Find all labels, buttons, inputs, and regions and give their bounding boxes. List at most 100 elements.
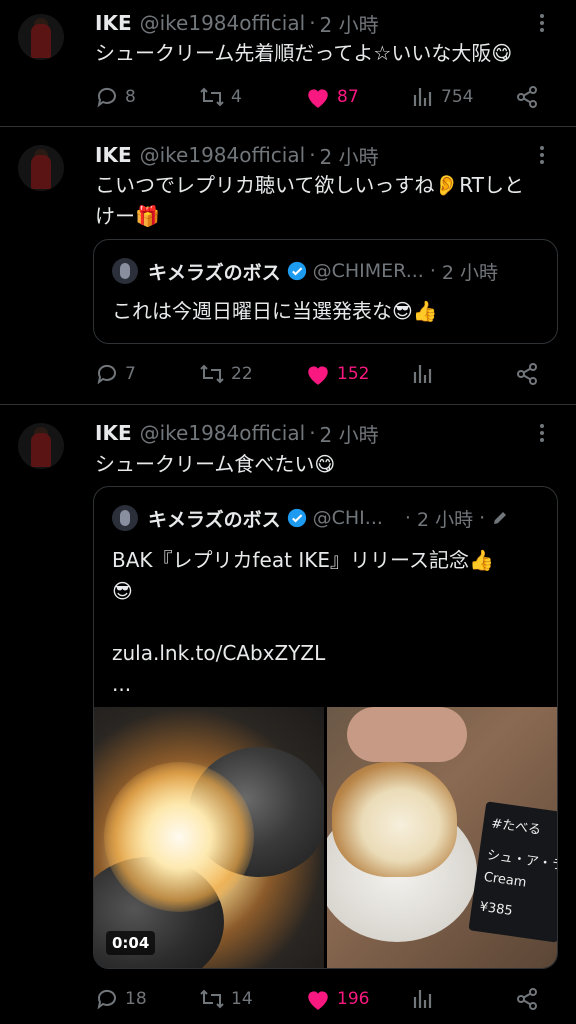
reply-button[interactable]: 7 — [95, 359, 136, 389]
photo-thumbnail[interactable]: #たべる シュ・ア・ラ Cream ¥385 — [327, 707, 557, 968]
verified-badge-icon — [287, 508, 306, 528]
retweet-icon — [200, 87, 224, 107]
retweet-button[interactable]: 14 — [199, 984, 253, 1014]
quote-avatar — [112, 505, 138, 531]
views-button[interactable] — [411, 359, 441, 389]
edit-icon — [494, 512, 507, 524]
retweet-icon — [200, 989, 224, 1009]
reply-button[interactable]: 8 — [95, 82, 136, 112]
tweet[interactable]: IKE @ike1984official · 2 小時 シュークリーム食べたい😋… — [0, 405, 576, 1024]
separator-dot: · — [479, 507, 486, 529]
heart-icon — [308, 366, 328, 385]
reply-icon — [97, 87, 116, 108]
more-icon[interactable] — [530, 11, 554, 35]
separator-dot: · — [309, 143, 316, 167]
tweet-header: IKE @ike1984official · 2 小時 — [95, 418, 556, 448]
quote-avatar — [112, 258, 138, 284]
timestamp[interactable]: 2 小時 — [320, 419, 379, 448]
tweet-text: シュークリーム食べたい😋 — [95, 452, 336, 476]
share-button[interactable] — [515, 359, 545, 389]
reply-icon — [97, 989, 116, 1010]
more-icon[interactable] — [530, 143, 554, 167]
retweet-count: 14 — [231, 989, 253, 1009]
like-count: 87 — [337, 87, 359, 107]
quote-text: これは今週日曜日に当選発表な😎👍 — [112, 299, 438, 323]
media-grid: 0:04 #たべる シュ・ア・ラ Cream ¥385 — [94, 707, 557, 968]
tweet-header: IKE @ike1984official · 2 小時 — [95, 8, 556, 38]
price-sign: #たべる シュ・ア・ラ Cream ¥385 — [468, 801, 557, 943]
quote-text: BAK『レプリカfeat IKE』リリース記念👍 😎 zula.lnk.to/C… — [112, 545, 543, 700]
author-name[interactable]: IKE — [95, 421, 132, 445]
separator-dot: · — [429, 260, 436, 282]
heart-icon — [308, 991, 328, 1010]
retweet-button[interactable]: 22 — [199, 359, 253, 389]
reply-button[interactable]: 18 — [95, 984, 147, 1014]
video-thumbnail[interactable]: 0:04 — [94, 707, 324, 968]
video-duration: 0:04 — [106, 931, 156, 955]
views-icon — [413, 365, 432, 383]
views-icon — [413, 88, 432, 106]
reply-count: 7 — [125, 364, 136, 384]
tweet-header: IKE @ike1984official · 2 小時 — [95, 140, 556, 170]
like-count: 196 — [337, 989, 370, 1009]
separator-dot: · — [309, 421, 316, 445]
like-count: 152 — [337, 364, 370, 384]
avatar[interactable] — [18, 145, 64, 191]
author-handle[interactable]: @ike1984official — [140, 143, 306, 167]
avatar[interactable] — [18, 14, 64, 60]
quote-timestamp: 2 小時 — [416, 508, 474, 531]
reply-count: 8 — [125, 87, 136, 107]
retweet-icon — [200, 364, 224, 384]
share-button[interactable] — [515, 82, 545, 112]
quote-header: キメラズのボス @CHI... · 2 小時 · — [112, 504, 543, 532]
quoted-tweet[interactable]: キメラズのボス @CHI... · 2 小時 · BAK『レプリカfeat IK… — [93, 486, 558, 969]
quote-author-name: キメラズのボス — [148, 508, 281, 531]
author-name[interactable]: IKE — [95, 11, 132, 35]
reply-icon — [97, 364, 116, 385]
share-icon — [517, 86, 537, 108]
action-bar: 8 4 87 754 — [95, 82, 555, 112]
views-button[interactable]: 754 — [411, 82, 473, 112]
like-button[interactable]: 196 — [305, 984, 369, 1014]
timestamp[interactable]: 2 小時 — [320, 9, 379, 38]
quoted-tweet[interactable]: キメラズのボス @CHIMER... · 2 小時 これは今週日曜日に当選発表な… — [93, 239, 558, 344]
action-bar: 18 14 196 — [95, 984, 555, 1014]
tweet-text-line: けー🎁 — [95, 204, 160, 228]
author-handle[interactable]: @ike1984official — [140, 11, 306, 35]
quote-author-handle: @CHI... — [312, 507, 383, 529]
verified-badge-icon — [287, 261, 306, 281]
quote-text-line: 😎 — [112, 579, 133, 603]
quote-link[interactable]: zula.lnk.to/CAbxZYZL — [112, 638, 543, 669]
like-button[interactable]: 152 — [305, 359, 369, 389]
views-button[interactable] — [411, 984, 441, 1014]
retweet-button[interactable]: 4 — [199, 82, 242, 112]
tweet-text: こいつでレプリカ聴いて欲しいっすね👂RTしと けー🎁 — [95, 170, 556, 232]
avatar[interactable] — [18, 423, 64, 469]
quote-author-name: キメラズのボス — [148, 261, 281, 284]
like-button[interactable]: 87 — [305, 82, 359, 112]
quote-text-ellipsis: ... — [112, 672, 132, 696]
views-count: 754 — [441, 87, 474, 107]
author-handle[interactable]: @ike1984official — [140, 421, 306, 445]
quote-author-handle: @CHIMER... — [312, 260, 424, 282]
retweet-count: 22 — [231, 364, 253, 384]
quote-header: キメラズのボス @CHIMER... · 2 小時 — [112, 257, 543, 285]
tweet-text: シュークリーム先着順だってよ☆いいな大阪😋 — [95, 41, 513, 65]
heart-icon — [308, 89, 328, 108]
timestamp[interactable]: 2 小時 — [320, 141, 379, 170]
tweet[interactable]: IKE @ike1984official · 2 小時 こいつでレプリカ聴いて欲… — [0, 127, 576, 405]
separator-dot: · — [404, 507, 411, 529]
tweet[interactable]: IKE @ike1984official · 2 小時 シュークリーム先着順だっ… — [0, 0, 576, 127]
views-icon — [413, 990, 432, 1008]
more-icon[interactable] — [530, 421, 554, 445]
author-name[interactable]: IKE — [95, 143, 132, 167]
action-bar: 7 22 152 — [95, 359, 555, 389]
share-icon — [517, 988, 537, 1010]
share-icon — [517, 363, 537, 385]
quote-text-line: BAK『レプリカfeat IKE』リリース記念👍 — [112, 548, 494, 572]
separator-dot: · — [309, 11, 316, 35]
quote-timestamp: 2 小時 — [441, 261, 499, 284]
retweet-count: 4 — [231, 87, 242, 107]
tweet-text-line: こいつでレプリカ聴いて欲しいっすね👂RTしと — [95, 173, 524, 197]
share-button[interactable] — [515, 984, 545, 1014]
